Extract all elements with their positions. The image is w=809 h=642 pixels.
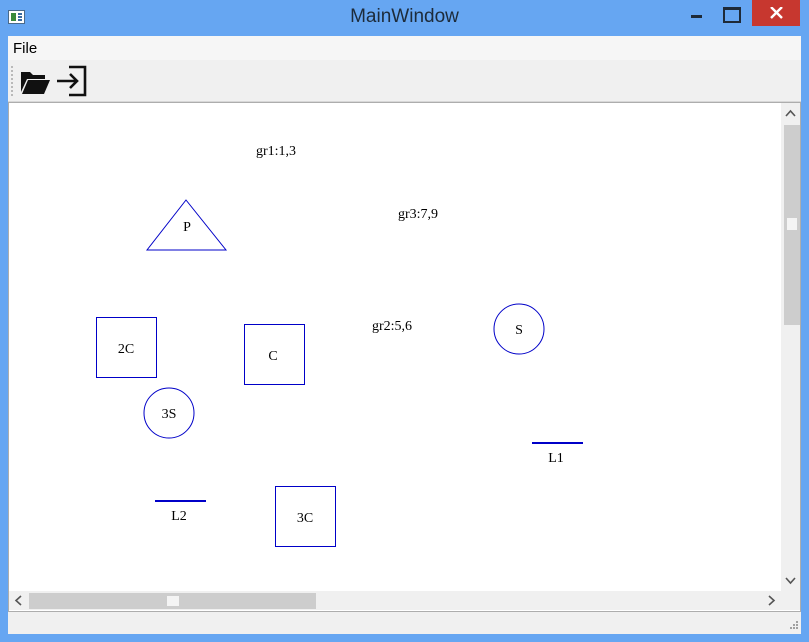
scene-svg: gr1:1,3 gr3:7,9 gr2:5,6 P 2C C 3C S 3S L… bbox=[96, 144, 583, 547]
shape-label-3s: 3S bbox=[162, 407, 177, 422]
circle-shape-s[interactable]: S bbox=[493, 303, 545, 355]
menu-file[interactable]: File bbox=[13, 40, 37, 57]
shape-label-c: C bbox=[268, 349, 277, 364]
circle-shape-3s[interactable]: 3S bbox=[143, 387, 195, 439]
scroll-left-button[interactable] bbox=[11, 591, 27, 610]
chevron-up-icon bbox=[785, 109, 796, 117]
vertical-scroll-thumb[interactable] bbox=[784, 125, 800, 325]
shape-label-p: P bbox=[183, 220, 191, 235]
graphics-view: gr1:1,3 gr3:7,9 gr2:5,6 P 2C C 3C S 3S L… bbox=[8, 102, 801, 612]
close-icon bbox=[770, 7, 783, 19]
chevron-right-icon bbox=[768, 595, 776, 606]
size-grip-icon[interactable] bbox=[787, 620, 799, 632]
vertical-scrollbar[interactable] bbox=[781, 103, 800, 591]
square-shape-3c[interactable]: 3C bbox=[275, 486, 336, 547]
horizontal-scroll-thumb[interactable] bbox=[29, 593, 316, 609]
horizontal-scrollbar[interactable] bbox=[9, 591, 781, 610]
shape-label-3c: 3C bbox=[297, 511, 313, 526]
scroll-down-button[interactable] bbox=[781, 573, 800, 589]
line-shape-l2[interactable]: L2 bbox=[155, 500, 206, 524]
group-label-gr1: gr1:1,3 bbox=[256, 144, 296, 159]
chevron-left-icon bbox=[14, 595, 22, 606]
scrollbar-corner bbox=[781, 591, 800, 610]
toolbar bbox=[8, 60, 801, 102]
scene-canvas[interactable]: gr1:1,3 gr3:7,9 gr2:5,6 P 2C C 3C S 3S L… bbox=[9, 103, 781, 591]
menu-bar: File bbox=[8, 36, 801, 60]
folder-open-icon bbox=[21, 72, 50, 94]
close-button[interactable] bbox=[752, 0, 800, 26]
status-bar bbox=[8, 612, 801, 634]
group-label-gr2: gr2:5,6 bbox=[372, 319, 412, 334]
line-shape-l1[interactable]: L1 bbox=[532, 442, 583, 466]
scroll-up-button[interactable] bbox=[781, 105, 800, 121]
minimize-button[interactable] bbox=[683, 0, 711, 26]
group-label-gr3: gr3:7,9 bbox=[398, 207, 438, 222]
client-area: File gr1:1,3 gr3:7,9 gr2:5,6 P 2C C 3C S… bbox=[8, 36, 801, 634]
shape-label-s: S bbox=[515, 323, 523, 338]
square-shape-2c[interactable]: 2C bbox=[96, 317, 157, 378]
shape-label-2c: 2C bbox=[118, 342, 134, 357]
chevron-down-icon bbox=[785, 577, 796, 585]
exit-arrow-icon bbox=[57, 65, 87, 97]
exit-button[interactable] bbox=[54, 64, 88, 98]
shape-label-l2: L2 bbox=[171, 509, 187, 524]
toolbar-grip[interactable] bbox=[11, 66, 13, 96]
triangle-shape-p[interactable]: P bbox=[145, 199, 228, 251]
main-window: MainWindow File gr1:1,3 gr3:7,9 gr2:5,6 … bbox=[0, 0, 809, 642]
scroll-right-button[interactable] bbox=[763, 591, 779, 610]
shape-label-l1: L1 bbox=[548, 451, 564, 466]
title-bar[interactable]: MainWindow bbox=[0, 0, 809, 36]
square-shape-c[interactable]: C bbox=[244, 324, 305, 385]
open-button[interactable] bbox=[18, 64, 52, 98]
maximize-button[interactable] bbox=[714, 0, 744, 26]
